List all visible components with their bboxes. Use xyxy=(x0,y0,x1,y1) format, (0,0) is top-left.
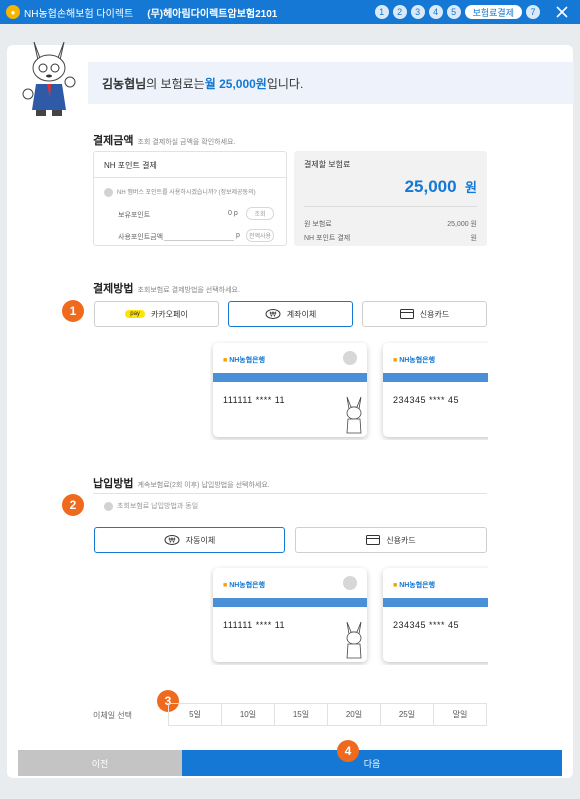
card-check-icon[interactable] xyxy=(343,351,357,365)
consent-check-icon[interactable] xyxy=(104,187,113,197)
step-badge-2: 2 xyxy=(62,494,84,516)
account-card[interactable]: ■ NH농협은행 234345 **** 45 xyxy=(383,343,488,437)
customer-name: 김농협님 xyxy=(102,76,147,91)
payment-amount-subtitle: 조회 결제하실 금액을 확인하세요. xyxy=(137,139,236,146)
kakaopay-icon: pay xyxy=(125,310,145,318)
use-points-input[interactable] xyxy=(164,240,234,241)
product-name: (무)헤아림다이렉트암보험2101 xyxy=(147,8,278,20)
card-icon xyxy=(366,535,381,545)
card-icon xyxy=(399,309,414,319)
bank-name: ■ NH농협은행 xyxy=(393,582,436,589)
close-icon[interactable] xyxy=(554,4,570,20)
account-number: 111111 **** 11 xyxy=(223,620,286,630)
nh-point-box: NH 포인트 결제 NH 멤버스 포인트를 사용하시겠습니까? (정보제공동의)… xyxy=(93,151,287,246)
step-6-active[interactable]: 보험료결제 xyxy=(464,5,522,19)
bank-name: ■ NH농협은행 xyxy=(223,357,266,364)
step-4[interactable]: 4 xyxy=(428,5,443,19)
banner-text-end: 입니다. xyxy=(266,76,304,91)
use-points-label: 사용포인트금액 xyxy=(118,234,164,241)
deposit-method-subtitle: 계속보험료(2회 이후) 납입방법을 선택하세요. xyxy=(137,482,270,489)
account-number: 234345 **** 45 xyxy=(393,395,460,405)
transfer-date-label: 이체일 선택 xyxy=(93,711,133,720)
total-unit: 원 xyxy=(465,180,477,195)
held-points-value: 0 p xyxy=(228,210,238,217)
deposit-method-title: 납입방법 계속보험료(2회 이후) 납입방법을 선택하세요. xyxy=(93,478,270,490)
nh-point-consent[interactable]: NH 멤버스 포인트를 사용하시겠습니까? (정보제공동의) xyxy=(104,187,256,197)
banner-amount: 월 25,000원 xyxy=(204,76,267,91)
premium-banner: 김농협님 의 보험료는 월 25,000원 입니다. xyxy=(88,62,574,104)
same-as-first-checkbox[interactable]: 초회보험료 납입방법과 동일 xyxy=(104,501,198,511)
transfer-date-selector: 5일 10일 15일 20일 25일 말일 xyxy=(168,703,487,726)
use-all-button[interactable]: 전액사용 xyxy=(246,229,274,242)
nh-pay-value: 원 xyxy=(470,235,477,242)
step-badge-4: 4 xyxy=(337,740,359,762)
total-amount: 25,000 xyxy=(404,177,457,196)
bank-name: ■ NH농협은행 xyxy=(223,582,266,589)
mascot-mini-icon xyxy=(346,621,362,659)
step-2[interactable]: 2 xyxy=(392,5,407,19)
won-icon: ₩ xyxy=(265,309,281,319)
account-card-carousel-bottom[interactable]: ■ NH농협은행 111111 **** 11 ■ NH농협은행 234345 … xyxy=(210,565,488,665)
account-card[interactable]: ■ NH농협은행 234345 **** 45 xyxy=(383,568,488,662)
svg-text:₩: ₩ xyxy=(168,537,175,545)
step-badge-1: 1 xyxy=(62,300,84,322)
prev-button[interactable]: 이전 xyxy=(18,750,182,776)
payment-method-title: 결제방법 초회보험료 결제방법을 선택하세요. xyxy=(93,283,240,295)
step-5[interactable]: 5 xyxy=(446,5,461,19)
svg-text:₩: ₩ xyxy=(269,311,276,319)
original-premium-label: 원 보험료 xyxy=(304,221,332,228)
mascot-mini-icon xyxy=(346,396,362,434)
step-7[interactable]: 7 xyxy=(526,5,540,19)
lookup-button[interactable]: 조회 xyxy=(246,207,274,220)
bank-name: ■ NH농협은행 xyxy=(393,357,436,364)
held-points-label: 보유포인트 xyxy=(118,212,151,219)
account-card-carousel-top[interactable]: ■ NH농협은행 111111 **** 11 ■ NH농협은행 234345 … xyxy=(210,340,488,440)
total-box: 결제할 보험료 25,000 원 원 보험료 25,000 원 NH 포인트 결… xyxy=(294,151,487,246)
app-name: NH농협손해보험 다이렉트 xyxy=(24,8,134,20)
same-check-icon[interactable] xyxy=(104,501,113,511)
nh-pay-label: NH 포인트 결제 xyxy=(304,235,351,242)
date-option-5[interactable]: 5일 xyxy=(169,704,222,725)
account-number: 234345 **** 45 xyxy=(393,620,460,630)
total-amount-row: 25,000 원 xyxy=(405,177,477,197)
nh-point-title: NH 포인트 결제 xyxy=(104,161,157,170)
date-option-10[interactable]: 10일 xyxy=(222,704,275,725)
step-3[interactable]: 3 xyxy=(410,5,425,19)
date-option-25[interactable]: 25일 xyxy=(381,704,434,725)
credit-card-button[interactable]: 신용카드 xyxy=(362,301,487,327)
deposit-credit-card-button[interactable]: 신용카드 xyxy=(295,527,487,553)
account-card[interactable]: ■ NH농협은행 111111 **** 11 xyxy=(213,343,367,437)
original-premium-value: 25,000 원 xyxy=(447,221,477,228)
date-option-15[interactable]: 15일 xyxy=(275,704,328,725)
kakaopay-button[interactable]: pay 카카오페이 xyxy=(94,301,219,327)
won-icon: ₩ xyxy=(164,535,180,545)
date-option-20[interactable]: 20일 xyxy=(328,704,381,725)
auto-transfer-button[interactable]: ₩ 자동이체 xyxy=(94,527,285,553)
card-check-icon[interactable] xyxy=(343,576,357,590)
payment-method-subtitle: 초회보험료 결제방법을 선택하세요. xyxy=(137,287,240,294)
step-indicator: 1 2 3 4 5 보험료결제 7 xyxy=(374,5,540,19)
banner-text-mid: 의 보험료는 xyxy=(146,76,205,91)
use-points-unit: p xyxy=(236,232,240,239)
account-transfer-button[interactable]: ₩ 계좌이체 xyxy=(228,301,353,327)
nh-logo-icon: ● xyxy=(6,5,20,19)
step-1[interactable]: 1 xyxy=(374,5,389,19)
total-title: 결제할 보험료 xyxy=(304,160,351,169)
account-card[interactable]: ■ NH농협은행 111111 **** 11 xyxy=(213,568,367,662)
next-button[interactable]: 다음 xyxy=(182,750,562,776)
payment-amount-title: 결제금액 조회 결제하실 금액을 확인하세요. xyxy=(93,135,236,147)
date-option-last[interactable]: 말일 xyxy=(434,704,486,725)
mascot-icon xyxy=(22,41,76,116)
account-number: 111111 **** 11 xyxy=(223,395,286,405)
